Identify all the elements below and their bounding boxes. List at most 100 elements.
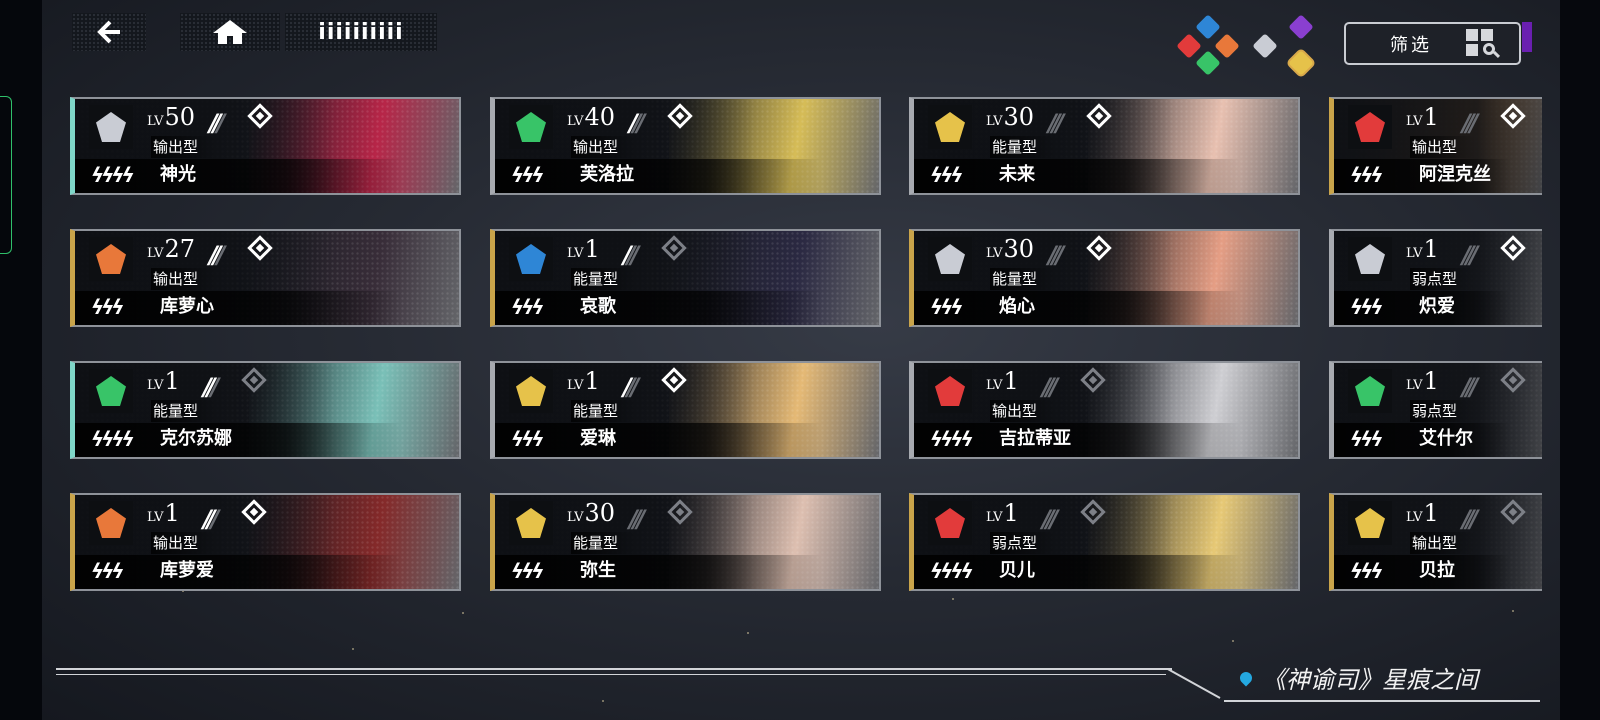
element-chalice-icon [509, 501, 553, 545]
level-label: LV50 [147, 103, 196, 131]
awaken-slashes: /// [209, 241, 225, 269]
level-label: LV30 [986, 103, 1035, 131]
element-chalice-icon [509, 369, 553, 413]
awaken-slashes: /// [203, 373, 219, 401]
sparkle [952, 598, 954, 600]
element-chalice-icon [928, 105, 972, 149]
character-name: 艾什尔 [1419, 428, 1473, 449]
character-card[interactable]: LV27 /// 输出型 ϟϟϟ 库萝心 [70, 229, 461, 327]
star-rating: ϟϟϟϟ [930, 559, 974, 583]
element-wings-icon[interactable] [1252, 33, 1278, 59]
element-wolf-icon [1348, 105, 1392, 149]
star-rating: ϟϟϟ [91, 559, 125, 583]
star-rating: ϟϟϟ [930, 163, 964, 187]
character-card[interactable]: LV1 /// 能量型 ϟϟϟ 爱琳 [490, 361, 881, 459]
location-label: 《神谕司》星痕之间 [1237, 660, 1478, 695]
awaken-slashes: /// [1462, 505, 1478, 533]
level-value: 1 [164, 367, 180, 395]
level-label: LV27 [147, 235, 196, 263]
level-label: LV1 [567, 235, 600, 263]
back-button[interactable] [72, 13, 146, 51]
level-value: 1 [164, 499, 180, 527]
character-card[interactable]: LV50 /// 输出型 ϟϟϟϟ 神光 [70, 97, 461, 195]
role-label: 能量型 [990, 268, 1056, 290]
character-card[interactable]: LV30 /// 能量型 ϟϟϟ 焰心 [909, 229, 1300, 327]
awaken-slashes: /// [203, 505, 219, 533]
star-rating: ϟϟϟ [930, 295, 964, 319]
level-label: LV1 [1406, 235, 1439, 263]
footer-line [56, 668, 1172, 670]
element-wolf-icon[interactable] [1176, 33, 1202, 59]
home-icon [213, 20, 247, 44]
character-card[interactable]: LV30 /// 能量型 ϟϟϟ 弥生 [490, 493, 881, 591]
character-card[interactable]: LV1 /// 弱点型 ϟϟϟ 炽爱 [1329, 229, 1542, 327]
character-card[interactable]: LV1 /// 弱点型 ϟϟϟ 艾什尔 [1329, 361, 1542, 459]
awaken-slashes: /// [1042, 505, 1058, 533]
element-ram-icon [89, 237, 133, 281]
level-label: LV1 [1406, 103, 1439, 131]
element-ram-icon[interactable] [1214, 33, 1240, 59]
element-wings-icon [89, 105, 133, 149]
level-label: LV1 [986, 367, 1019, 395]
star-rating: ϟϟϟ [511, 427, 545, 451]
star-rating: ϟϟϟ [511, 163, 545, 187]
element-ring-icon[interactable] [1195, 14, 1221, 40]
awaken-slashes: /// [623, 241, 639, 269]
name-bar [495, 555, 879, 589]
star-rating: ϟϟϟϟ [91, 163, 135, 187]
home-button[interactable] [180, 13, 280, 51]
character-name: 库萝爱 [160, 560, 214, 581]
star-rating: ϟϟϟ [1350, 163, 1384, 187]
character-card[interactable]: LV1 /// 弱点型 ϟϟϟϟ 贝儿 [909, 493, 1300, 591]
element-ram-icon [89, 501, 133, 545]
side-notification-tab [1522, 22, 1532, 52]
footer-line [1224, 700, 1540, 702]
character-name: 芙洛拉 [580, 164, 634, 185]
character-name: 贝儿 [999, 560, 1035, 581]
page-title-button[interactable]: iiiiiiiiii [285, 13, 437, 51]
character-card[interactable]: LV1 /// 输出型 ϟϟϟ 贝拉 [1329, 493, 1542, 591]
character-name: 炽爱 [1419, 296, 1455, 317]
side-tab-indicator[interactable] [0, 96, 12, 254]
sparkle [747, 632, 749, 634]
star-rating: ϟϟϟ [91, 295, 125, 319]
back-arrow-icon [97, 20, 120, 44]
character-card[interactable]: LV1 /// 输出型 ϟϟϟϟ 吉拉蒂亚 [909, 361, 1300, 459]
role-label: 能量型 [990, 136, 1056, 158]
role-label: 弱点型 [990, 532, 1056, 554]
element-filter-cluster[interactable] [1166, 14, 1316, 76]
character-name: 阿涅克丝 [1419, 164, 1491, 185]
filter-button[interactable]: 筛选 [1344, 22, 1521, 65]
character-name: 未来 [999, 164, 1035, 185]
name-bar [75, 423, 459, 457]
level-label: LV30 [986, 235, 1035, 263]
character-name: 吉拉蒂亚 [999, 428, 1071, 449]
character-card[interactable]: LV1 /// 输出型 ϟϟϟ 库萝爱 [70, 493, 461, 591]
level-value: 40 [584, 103, 616, 131]
awaken-slashes: /// [629, 505, 645, 533]
screen-edge [1560, 0, 1600, 720]
character-card[interactable]: LV30 /// 能量型 ϟϟϟ 未来 [909, 97, 1300, 195]
level-value: 1 [1423, 499, 1439, 527]
character-card[interactable]: LV1 /// 能量型 ϟϟϟϟ 克尔苏娜 [70, 361, 461, 459]
element-wings-icon [1348, 237, 1392, 281]
character-card[interactable]: LV40 /// 输出型 ϟϟϟ 芙洛拉 [490, 97, 881, 195]
awaken-slashes: /// [209, 109, 225, 137]
element-tree-icon [509, 105, 553, 149]
awaken-slashes: /// [1048, 241, 1064, 269]
element-wolf-icon [928, 501, 972, 545]
element-ring-icon [509, 237, 553, 281]
element-wolf-icon [928, 369, 972, 413]
role-label: 输出型 [151, 268, 217, 290]
role-label: 能量型 [571, 268, 637, 290]
level-label: LV1 [1406, 367, 1439, 395]
role-label: 弱点型 [1410, 400, 1476, 422]
element-crown-icon[interactable] [1288, 14, 1314, 40]
star-rating: ϟϟϟ [1350, 559, 1384, 583]
level-value: 1 [1423, 235, 1439, 263]
character-name: 库萝心 [160, 296, 214, 317]
character-card[interactable]: LV1 /// 输出型 ϟϟϟ 阿涅克丝 [1329, 97, 1542, 195]
awaken-slashes: /// [623, 373, 639, 401]
level-label: LV1 [147, 367, 180, 395]
character-card[interactable]: LV1 /// 能量型 ϟϟϟ 哀歌 [490, 229, 881, 327]
